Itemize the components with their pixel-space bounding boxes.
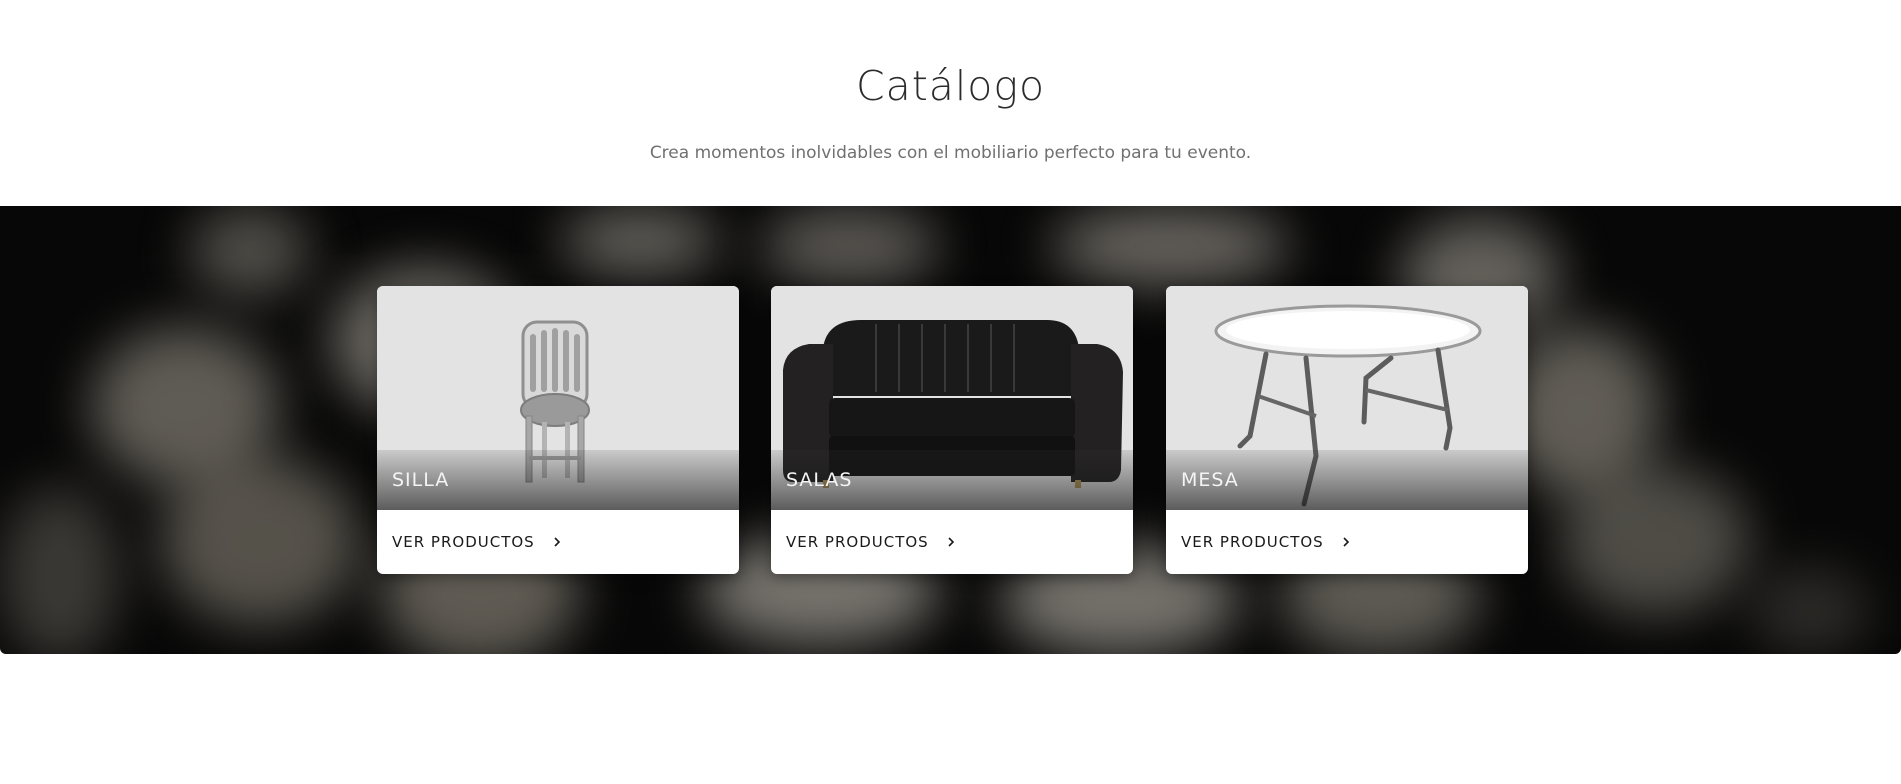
card-footer: VER PRODUCTOS (377, 510, 739, 574)
card-footer: VER PRODUCTOS (1166, 510, 1528, 574)
catalog-card-silla[interactable]: SILLA VER PRODUCTOS (377, 286, 739, 574)
view-products-label: VER PRODUCTOS (1181, 533, 1324, 551)
catalog-cards: SILLA VER PRODUCTOS SALAS VER PRODUCTOS … (377, 286, 1528, 574)
view-products-label: VER PRODUCTOS (786, 533, 929, 551)
chevron-right-icon (948, 537, 954, 547)
chair-image: SILLA (377, 286, 739, 510)
catalog-header: Catálogo Crea momentos inolvidables con … (0, 0, 1901, 206)
view-products-label: VER PRODUCTOS (392, 533, 535, 551)
view-products-link-salas[interactable]: VER PRODUCTOS (786, 533, 957, 551)
catalog-card-mesa[interactable]: MESA VER PRODUCTOS (1166, 286, 1528, 574)
table-image: MESA (1166, 286, 1528, 510)
catalog-card-salas[interactable]: SALAS VER PRODUCTOS (771, 286, 1133, 574)
card-title-silla: SILLA (392, 469, 450, 491)
page-title: Catálogo (855, 62, 1046, 110)
card-title-mesa: MESA (1181, 469, 1239, 491)
page-subtitle: Crea momentos inolvidables con el mobili… (649, 143, 1252, 163)
catalog-banner: SILLA VER PRODUCTOS SALAS VER PRODUCTOS … (0, 206, 1901, 654)
view-products-link-silla[interactable]: VER PRODUCTOS (392, 533, 563, 551)
chevron-right-icon (554, 537, 560, 547)
sofa-image: SALAS (771, 286, 1133, 510)
card-title-salas: SALAS (786, 469, 853, 491)
card-footer: VER PRODUCTOS (771, 510, 1133, 574)
chevron-right-icon (1343, 537, 1349, 547)
view-products-link-mesa[interactable]: VER PRODUCTOS (1181, 533, 1352, 551)
